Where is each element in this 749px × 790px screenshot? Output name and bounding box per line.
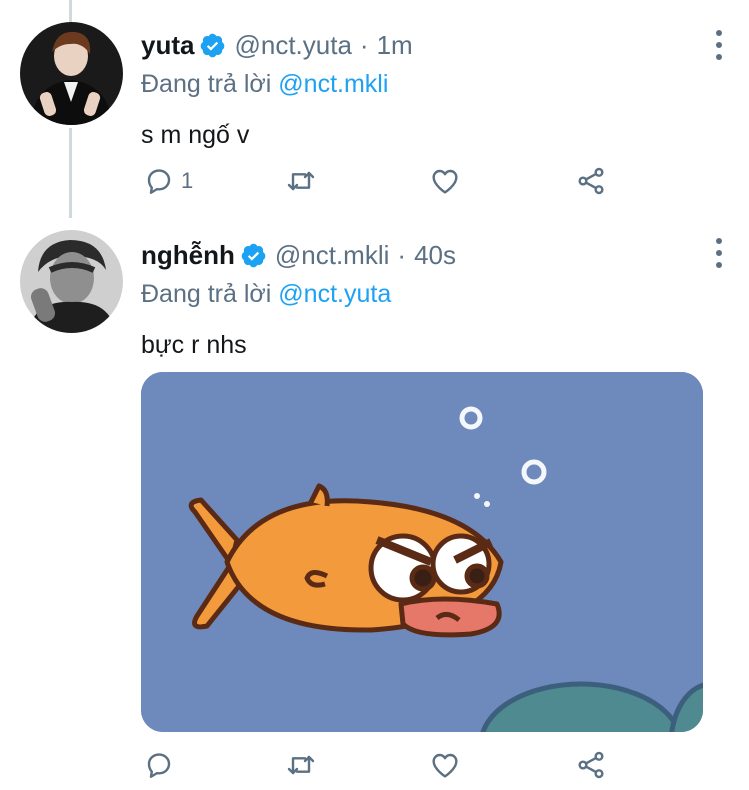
reply-button[interactable] (143, 749, 175, 781)
like-button[interactable] (429, 749, 461, 781)
share-button[interactable] (575, 165, 607, 197)
verified-badge-icon (240, 242, 267, 269)
tweet-text: bực r nhs (141, 331, 247, 359)
avatar[interactable] (20, 22, 123, 125)
replying-to: Đang trả lời @nct.mkli (141, 68, 709, 100)
reply-count: 1 (181, 168, 194, 193)
replying-to-label: Đang trả lời (141, 280, 272, 308)
timestamp[interactable]: 1m (377, 30, 413, 61)
more-vertical-icon[interactable] (711, 30, 727, 60)
display-name[interactable]: yuta (141, 30, 194, 61)
handle[interactable]: @nct.mkli (275, 240, 390, 271)
separator-dot: · (397, 239, 407, 270)
retweet-button[interactable] (285, 165, 317, 197)
mention-link[interactable]: @nct.yuta (278, 280, 391, 308)
like-icon (432, 753, 458, 778)
tweet-text: s m ngố v (141, 121, 250, 149)
like-button[interactable] (429, 165, 461, 197)
action-bar (143, 748, 613, 782)
timestamp[interactable]: 40s (414, 240, 456, 271)
mention-link[interactable]: @nct.mkli (278, 70, 388, 98)
tweet-header: nghễnh @nct.mkli · 40s (141, 238, 709, 272)
reply-button[interactable]: 1 (143, 165, 193, 197)
tweet-header: yuta @nct.yuta · 1m (141, 28, 709, 62)
tweet[interactable]: nghễnh @nct.mkli · 40s Đang trả lời @nct… (0, 218, 749, 790)
more-vertical-icon[interactable] (711, 238, 727, 268)
action-bar: 1 (143, 164, 613, 198)
media-image-angry-fish[interactable] (141, 372, 703, 732)
display-name[interactable]: nghễnh (141, 240, 235, 271)
retweet-icon (287, 171, 315, 191)
share-button[interactable] (575, 749, 607, 781)
share-icon (578, 751, 604, 779)
avatar[interactable] (20, 230, 123, 333)
tweet[interactable]: yuta @nct.yuta · 1m Đang trả lời @nct.mk… (0, 0, 749, 218)
like-icon (432, 169, 458, 194)
replying-to-label: Đang trả lời (141, 70, 272, 98)
replying-to: Đang trả lời @nct.yuta (141, 278, 709, 310)
verified-badge-icon (199, 32, 226, 59)
separator-dot: · (359, 29, 369, 60)
retweet-icon (287, 755, 315, 775)
handle[interactable]: @nct.yuta (234, 30, 351, 61)
share-icon (578, 167, 604, 195)
reply-icon (147, 169, 171, 194)
reply-icon (147, 753, 171, 778)
retweet-button[interactable] (285, 749, 317, 781)
